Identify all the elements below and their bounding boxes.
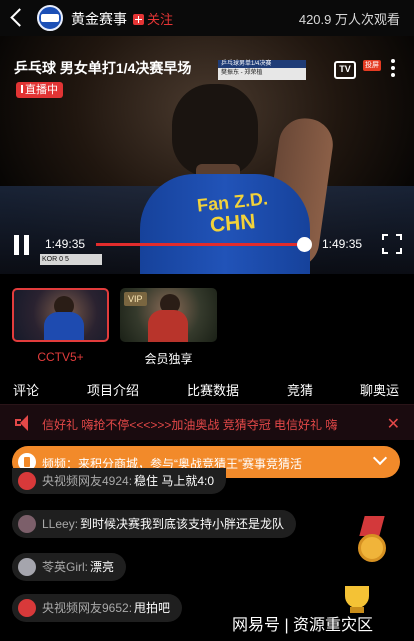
cast-tv-icon[interactable]: TV <box>334 61 356 79</box>
total-time: 1:49:35 <box>322 237 363 251</box>
follow-button[interactable]: 关注 <box>133 9 173 28</box>
channel-name[interactable]: 黄金赛事 <box>71 9 127 29</box>
comment-item: LLeey: 到时候决赛我到底该支持小胖还是龙队 <box>12 510 297 538</box>
scorebug-players: 樊振东 - 郑荣植 <box>221 70 263 76</box>
match-title: 乒乓球 男女单打1/4决赛早场 <box>14 60 192 76</box>
channel-label-vip[interactable]: 会员独享 <box>120 350 217 367</box>
cast-badge: 投屏 <box>363 60 381 71</box>
progress-knob[interactable] <box>296 237 312 252</box>
avatar[interactable] <box>18 515 36 533</box>
channel-label-cctv5plus[interactable]: CCTV5+ <box>12 350 109 364</box>
plus-icon <box>133 14 144 25</box>
current-time: 1:49:35 <box>45 237 86 251</box>
scorebug-title: 乒乓球男单1/4决赛 <box>218 60 306 68</box>
comment-item: 苓英Girl: 漂亮 <box>12 553 127 581</box>
avatar[interactable] <box>18 558 36 576</box>
mini-scoreboard: KOR 0 5 <box>40 254 102 265</box>
comment-item: 央视频网友4924: 稳住 马上就4:0 <box>12 468 227 494</box>
video-player[interactable]: Fan Z.D. CHN 乒乓球 男女单打1/4决赛早场 直播中 乒乓球男单1/… <box>0 36 414 274</box>
channel-card-cctv5plus[interactable] <box>12 288 109 342</box>
avatar[interactable] <box>18 472 36 490</box>
tab-olympics-chat[interactable]: 聊奥运 <box>360 380 399 399</box>
avatar[interactable] <box>18 599 36 617</box>
medal-icon[interactable] <box>358 534 386 562</box>
scorebug: 乒乓球男单1/4决赛 樊振东 - 郑荣植 <box>218 60 306 80</box>
channel-logo[interactable] <box>37 5 63 31</box>
tab-match-data[interactable]: 比赛数据 <box>187 380 239 399</box>
fullscreen-icon[interactable] <box>382 234 402 254</box>
more-options-icon[interactable] <box>390 59 396 79</box>
tab-comments[interactable]: 评论 <box>13 380 39 399</box>
top-bar: 黄金赛事 关注 420.9 万人次观看 <box>0 0 414 36</box>
promo-ticker[interactable]: 信好礼 嗨抢不停<<<>>>加油奥战 竞猜夺冠 电信好礼 嗨 ✕ <box>0 404 414 440</box>
channel-card-vip[interactable]: VIP <box>120 288 217 342</box>
follow-label: 关注 <box>147 12 174 27</box>
trophy-icon[interactable] <box>345 586 369 608</box>
pause-icon[interactable] <box>13 235 31 255</box>
chevron-down-icon[interactable] <box>372 450 388 466</box>
close-icon[interactable]: ✕ <box>387 414 400 434</box>
channel-picker: CCTV5+ VIP 会员独享 <box>0 274 414 374</box>
tab-bar: 评论 项目介绍 比赛数据 竞猜 聊奥运 <box>0 374 414 404</box>
progress-fill <box>96 243 304 246</box>
live-badge: 直播中 <box>16 82 63 98</box>
tab-guess[interactable]: 竞猜 <box>287 380 313 399</box>
vip-badge: VIP <box>124 292 147 306</box>
progress-bar[interactable] <box>96 237 312 252</box>
ticker-text: 信好礼 嗨抢不停<<<>>>加油奥战 竞猜夺冠 电信好礼 嗨 <box>42 418 338 432</box>
speaker-icon <box>15 415 31 431</box>
tab-project-intro[interactable]: 项目介绍 <box>87 380 139 399</box>
medal-ribbon <box>359 516 385 536</box>
back-arrow-icon[interactable] <box>8 8 28 28</box>
comment-item: 央视频网友9652: 甩拍吧 <box>12 594 183 622</box>
player-head <box>172 84 258 176</box>
live-icon <box>21 85 23 93</box>
jersey-country: CHN <box>209 210 257 237</box>
watermark: 网易号 | 资源重灾区 <box>232 617 374 634</box>
viewer-count: 420.9 万人次观看 <box>298 12 400 27</box>
